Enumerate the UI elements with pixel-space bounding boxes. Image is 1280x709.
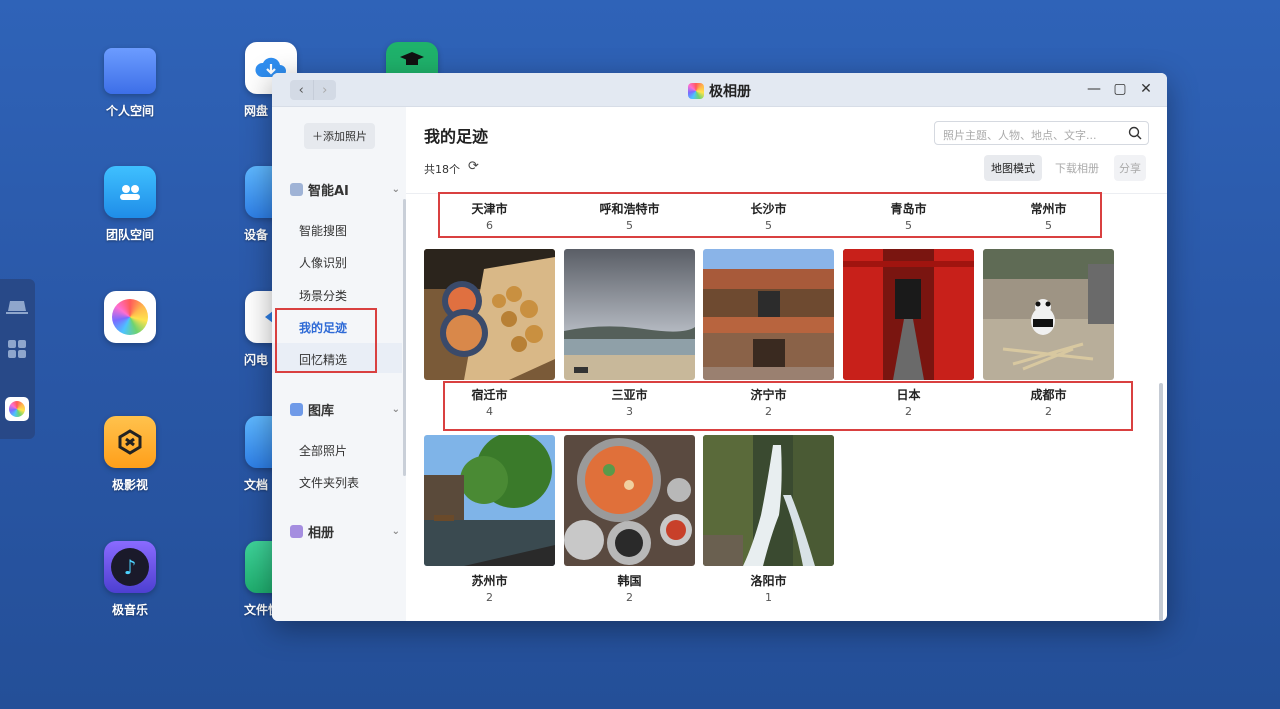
sidebar-item-folder-list[interactable]: 文件夹列表 [299,474,359,492]
desktop-icon-label: 极音乐 [111,603,148,617]
laptop-icon[interactable] [5,295,29,319]
smart-ai-icon [290,182,303,196]
desktop-icon-personal-space[interactable]: 个人空间 [85,42,175,119]
sidebar: ＋添加照片 智能AI ⌄ 智能搜图 人像识别 场景分类 我的足迹 回忆精选 图库… [272,107,406,621]
refresh-icon[interactable]: ⟳ [468,159,479,174]
location-count: 1 [765,591,772,604]
location-thumbnail [983,249,1114,380]
location-name: 韩国 [617,574,642,588]
album-icon [290,524,303,538]
desktop-icon-label: 极影视 [111,478,148,492]
location-thumbnail [843,249,974,380]
location-card[interactable] [703,249,834,380]
sidebar-item-all-photos[interactable]: 全部照片 [299,442,347,460]
window-title: 极相册 [272,81,1167,101]
photos-flower-icon [104,291,156,343]
location-card[interactable] [424,249,555,380]
highlight-box [443,381,1133,431]
location-thumbnail [703,435,834,566]
window-title-text: 极相册 [709,84,751,100]
download-album-button[interactable]: 下载相册 [1048,155,1106,181]
section-smart-ai[interactable]: 智能AI ⌄ [290,179,400,199]
desktop-icon-education[interactable] [367,42,457,74]
location-thumbnail [564,435,695,566]
add-photos-button[interactable]: ＋添加照片 [304,123,375,149]
share-button[interactable]: 分享 [1114,155,1146,181]
main-content: 我的足迹 照片主题、人物、地点、文字... 共18个 ⟳ 地图模式 下载相册 分… [406,107,1167,621]
location-thumbnail [424,249,555,380]
title-bar: ‹ › 极相册 — ▢ ✕ [272,73,1167,107]
section-albums[interactable]: 相册 ⌄ [290,521,400,541]
page-title: 我的足迹 [424,127,489,146]
dock [0,279,35,439]
photos-dock-icon[interactable] [5,397,29,421]
library-icon [290,402,303,416]
location-card[interactable]: 韩国 2 [564,435,695,604]
search-placeholder: 照片主题、人物、地点、文字... [943,129,1097,142]
sidebar-item-smart-search[interactable]: 智能搜图 [299,222,347,240]
folder-icon [104,48,156,94]
maximize-button[interactable]: ▢ [1113,81,1127,97]
location-count: 2 [486,591,493,604]
video-reel-icon [104,416,156,468]
desktop-icon-music[interactable]: ♪ 极音乐 [85,541,175,618]
minimize-button[interactable]: — [1087,81,1101,97]
highlight-box [275,308,377,373]
desktop-icon-label: 个人空间 [105,104,154,118]
location-name: 苏州市 [471,574,508,588]
location-card[interactable] [564,249,695,380]
sidebar-item-scene-categories[interactable]: 场景分类 [299,287,347,305]
desktop-icon-team-space[interactable]: 团队空间 [85,166,175,243]
location-card[interactable]: 苏州市 2 [424,435,555,604]
section-label: 相册 [308,525,335,541]
team-folder-icon [104,166,156,218]
music-note-icon: ♪ [104,541,156,593]
graduation-cap-icon [386,42,438,74]
location-count: 2 [626,591,633,604]
chevron-down-icon: ⌄ [391,525,400,537]
desktop-icon-photos[interactable] [85,291,175,351]
location-card[interactable]: 洛阳市 1 [703,435,834,604]
desktop-icon-label: 团队空间 [105,228,154,242]
map-mode-button[interactable]: 地图模式 [984,155,1042,181]
close-button[interactable]: ✕ [1139,81,1153,97]
sidebar-item-face-recognition[interactable]: 人像识别 [299,254,347,272]
location-thumbnail [703,249,834,380]
apps-grid-icon[interactable] [5,337,29,361]
location-thumbnail [424,435,555,566]
location-card[interactable] [983,249,1114,380]
location-name: 洛阳市 [750,574,787,588]
search-input[interactable]: 照片主题、人物、地点、文字... [934,121,1149,145]
chevron-down-icon: ⌄ [391,403,400,415]
content-scrollbar[interactable] [1159,383,1163,621]
photos-window: ‹ › 极相册 — ▢ ✕ ＋添加照片 智能AI ⌄ 智能搜图 人像识别 场景分… [272,73,1167,621]
location-thumbnail [564,249,695,380]
highlight-box [438,192,1102,238]
section-label: 图库 [308,403,335,419]
desktop-icon-video[interactable]: 极影视 [85,416,175,493]
section-library[interactable]: 图库 ⌄ [290,399,400,419]
search-icon[interactable] [1128,126,1142,140]
item-count: 共18个 [424,163,460,176]
app-logo-icon [688,83,704,99]
section-label: 智能AI [308,183,349,199]
window-controls: — ▢ ✕ [1087,81,1153,97]
location-card[interactable] [843,249,974,380]
chevron-down-icon: ⌄ [391,183,400,195]
